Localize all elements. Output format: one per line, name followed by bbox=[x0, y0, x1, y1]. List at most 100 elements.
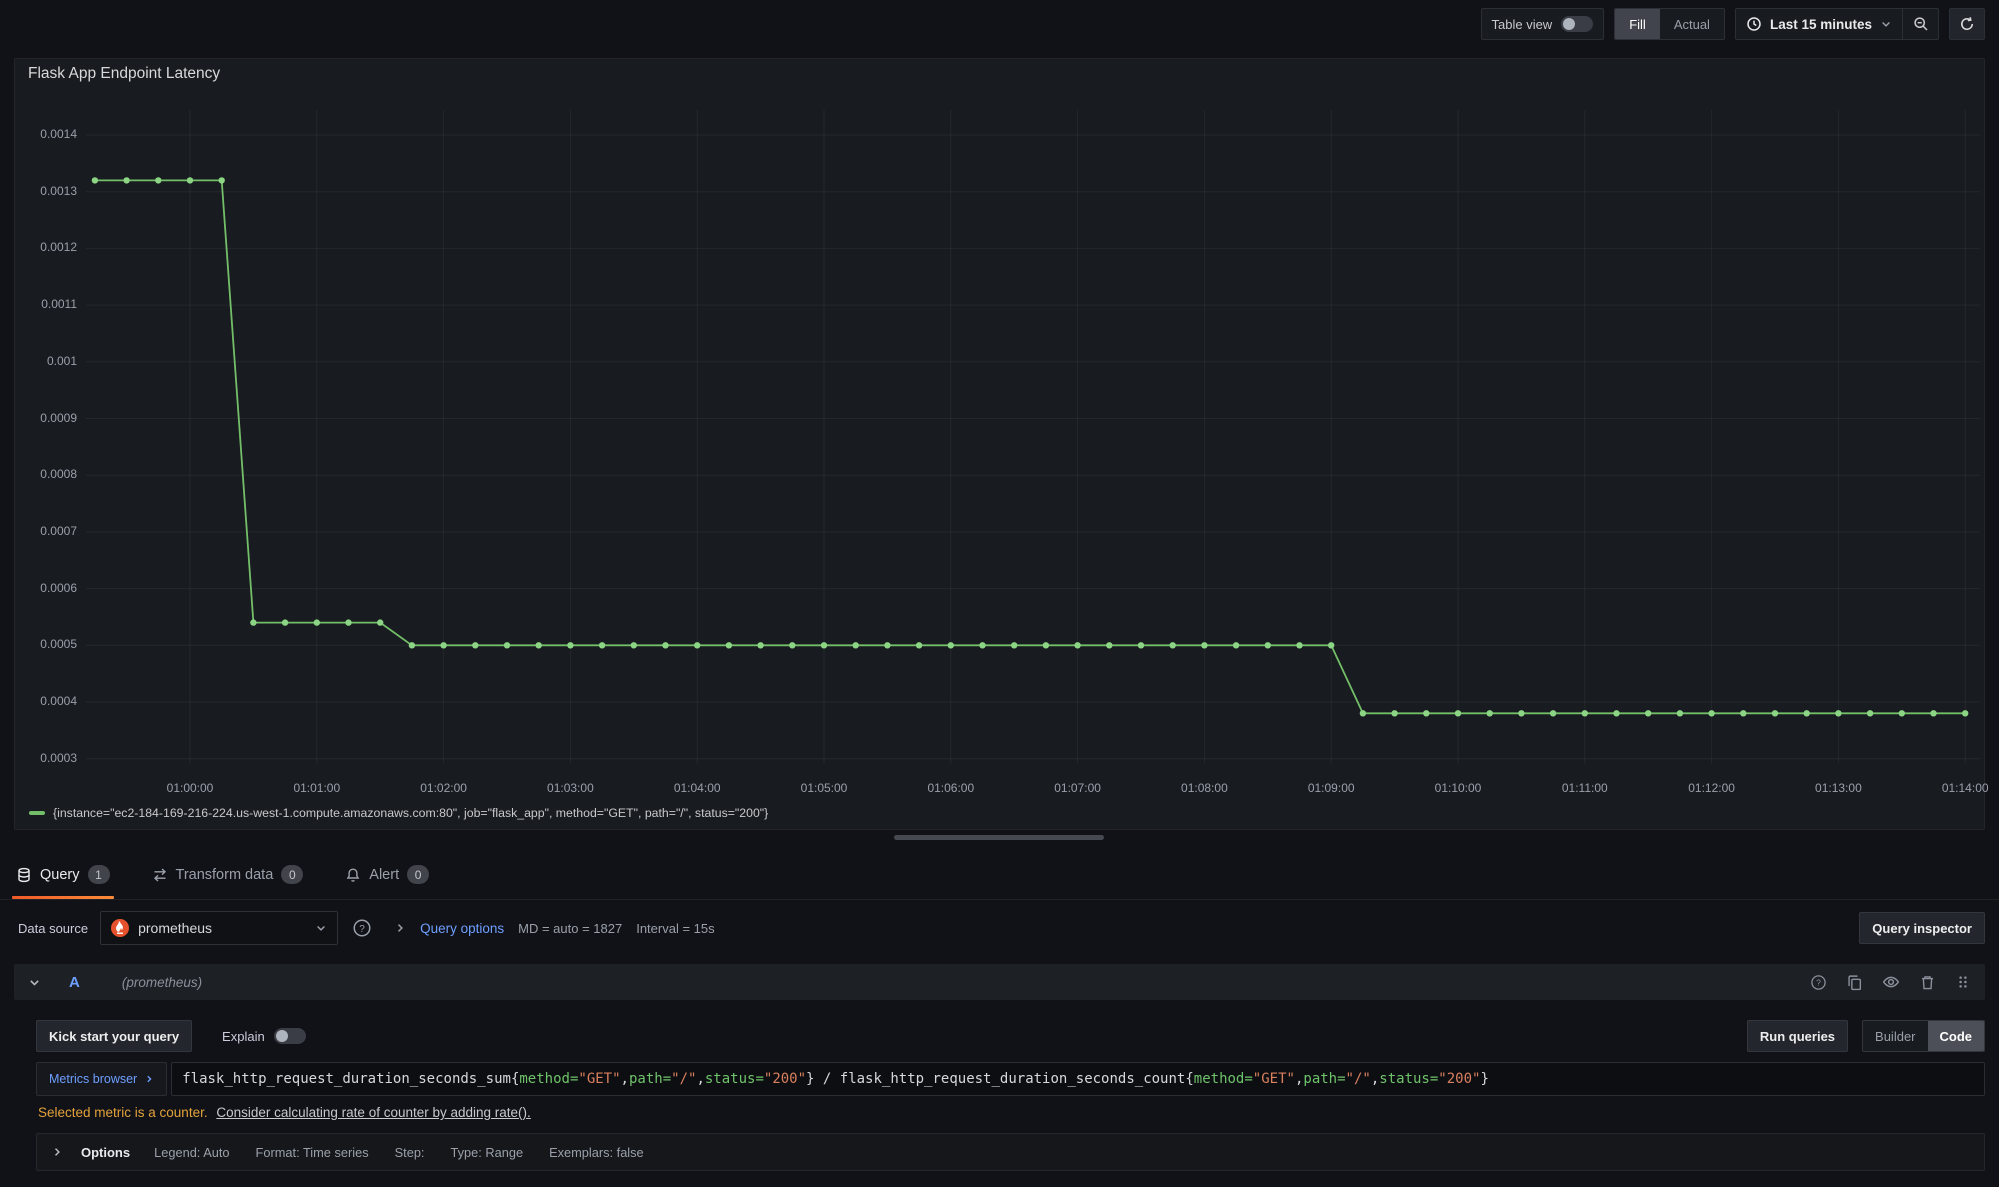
datasource-picker[interactable]: prometheus bbox=[100, 911, 338, 945]
chevron-down-icon bbox=[1880, 18, 1892, 30]
transform-icon bbox=[152, 867, 168, 883]
panel-title[interactable]: Flask App Endpoint Latency bbox=[28, 65, 220, 83]
query-ref-id[interactable]: A bbox=[69, 974, 80, 991]
svg-text:?: ? bbox=[1816, 977, 1821, 987]
data-point bbox=[821, 642, 827, 648]
prometheus-icon bbox=[111, 919, 129, 937]
y-axis-tick: 0.0011 bbox=[15, 297, 77, 311]
data-point bbox=[1011, 642, 1017, 648]
table-view-toggle[interactable] bbox=[1561, 16, 1593, 32]
collapse-chevron-icon[interactable] bbox=[28, 976, 41, 989]
data-point bbox=[916, 642, 922, 648]
data-point bbox=[314, 619, 320, 625]
data-point bbox=[1074, 642, 1080, 648]
data-point bbox=[662, 642, 668, 648]
data-point bbox=[567, 642, 573, 648]
y-axis-tick: 0.0004 bbox=[15, 694, 77, 708]
x-axis-tick: 01:10:00 bbox=[1413, 781, 1503, 795]
data-point bbox=[1201, 642, 1207, 648]
metrics-browser-button[interactable]: Metrics browser bbox=[36, 1062, 167, 1096]
y-axis-tick: 0.0014 bbox=[15, 127, 77, 141]
chevron-down-icon bbox=[315, 922, 327, 934]
promql-query-input[interactable]: flask_http_request_duration_seconds_sum{… bbox=[171, 1062, 1985, 1096]
run-queries-button[interactable]: Run queries bbox=[1747, 1020, 1848, 1052]
query-options-row[interactable]: Options Legend: AutoFormat: Time seriesS… bbox=[36, 1133, 1985, 1171]
data-point bbox=[631, 642, 637, 648]
data-point bbox=[1328, 642, 1334, 648]
add-rate-link[interactable]: Consider calculating rate of counter by … bbox=[216, 1105, 530, 1120]
y-axis-tick: 0.0005 bbox=[15, 637, 77, 651]
tab-alert[interactable]: Alert 0 bbox=[345, 850, 429, 899]
zoom-out-button[interactable] bbox=[1902, 9, 1938, 39]
query-options-link[interactable]: Query options bbox=[420, 921, 504, 936]
query-row-header[interactable]: A (prometheus) ? bbox=[14, 964, 1985, 1000]
drag-handle-icon[interactable] bbox=[1955, 974, 1971, 990]
datasource-help-button[interactable]: ? bbox=[350, 918, 374, 938]
angle-right-icon[interactable] bbox=[394, 922, 406, 934]
data-point bbox=[1582, 710, 1588, 716]
tab-query[interactable]: Query 1 bbox=[16, 850, 110, 899]
data-point bbox=[789, 642, 795, 648]
data-point bbox=[1233, 642, 1239, 648]
data-point bbox=[1455, 710, 1461, 716]
y-axis-tick: 0.0007 bbox=[15, 524, 77, 538]
data-point bbox=[250, 619, 256, 625]
panel-editor-toolbar: Table view Fill Actual Last 15 minutes bbox=[0, 0, 1999, 48]
data-point bbox=[979, 642, 985, 648]
data-point bbox=[504, 642, 510, 648]
data-point bbox=[1867, 710, 1873, 716]
data-point bbox=[92, 177, 98, 183]
angle-right-icon[interactable] bbox=[51, 1146, 63, 1158]
metrics-browser-label: Metrics browser bbox=[49, 1072, 137, 1086]
trash-icon[interactable] bbox=[1919, 974, 1936, 991]
tab-transform-data[interactable]: Transform data 0 bbox=[152, 850, 304, 899]
panel-resize-handle[interactable] bbox=[894, 835, 1104, 840]
explain-toggle[interactable] bbox=[274, 1028, 306, 1044]
refresh-button[interactable] bbox=[1949, 8, 1985, 40]
query-datasource-hint: (prometheus) bbox=[122, 975, 202, 990]
latency-chart[interactable] bbox=[86, 96, 1980, 776]
data-point bbox=[1899, 710, 1905, 716]
y-axis-tick: 0.0012 bbox=[15, 240, 77, 254]
builder-button[interactable]: Builder bbox=[1863, 1021, 1927, 1051]
tab-transform-count: 0 bbox=[281, 865, 303, 884]
legend-item[interactable]: {instance="ec2-184-169-216-224.us-west-1… bbox=[29, 806, 768, 820]
option-item: Format: Time series bbox=[256, 1145, 369, 1160]
warning-text: Selected metric is a counter. bbox=[38, 1105, 208, 1120]
data-point bbox=[1296, 642, 1302, 648]
tab-query-label: Query bbox=[40, 867, 80, 883]
time-range-picker[interactable]: Last 15 minutes bbox=[1736, 9, 1902, 39]
table-view-control: Table view bbox=[1481, 8, 1605, 40]
code-button[interactable]: Code bbox=[1928, 1021, 1985, 1051]
data-point bbox=[1962, 710, 1968, 716]
data-point bbox=[1106, 642, 1112, 648]
query-inspector-button[interactable]: Query inspector bbox=[1859, 912, 1985, 944]
fill-button[interactable]: Fill bbox=[1615, 9, 1660, 39]
duplicate-icon[interactable] bbox=[1846, 974, 1863, 991]
toggle-knob bbox=[1563, 18, 1575, 30]
x-axis-tick: 01:05:00 bbox=[779, 781, 869, 795]
data-point bbox=[377, 619, 383, 625]
x-axis-tick: 01:12:00 bbox=[1667, 781, 1757, 795]
data-point bbox=[1170, 642, 1176, 648]
actual-button[interactable]: Actual bbox=[1660, 9, 1724, 39]
y-axis-tick: 0.0008 bbox=[15, 467, 77, 481]
data-point bbox=[472, 642, 478, 648]
datasource-label: Data source bbox=[18, 921, 88, 936]
option-item: Legend: Auto bbox=[154, 1145, 229, 1160]
y-axis-tick: 0.0003 bbox=[15, 751, 77, 765]
data-point bbox=[1645, 710, 1651, 716]
data-point bbox=[1550, 710, 1556, 716]
data-point bbox=[1138, 642, 1144, 648]
data-point bbox=[440, 642, 446, 648]
eye-icon[interactable] bbox=[1882, 973, 1900, 991]
data-point bbox=[1391, 710, 1397, 716]
data-point bbox=[1518, 710, 1524, 716]
explain-label: Explain bbox=[222, 1029, 265, 1044]
help-circle-icon[interactable]: ? bbox=[1810, 974, 1827, 991]
interval: Interval = 15s bbox=[636, 921, 714, 936]
clock-icon bbox=[1746, 16, 1762, 32]
refresh-icon bbox=[1959, 16, 1975, 32]
kick-start-query-button[interactable]: Kick start your query bbox=[36, 1020, 192, 1052]
query-editor: A (prometheus) ? Ki bbox=[14, 964, 1985, 1171]
